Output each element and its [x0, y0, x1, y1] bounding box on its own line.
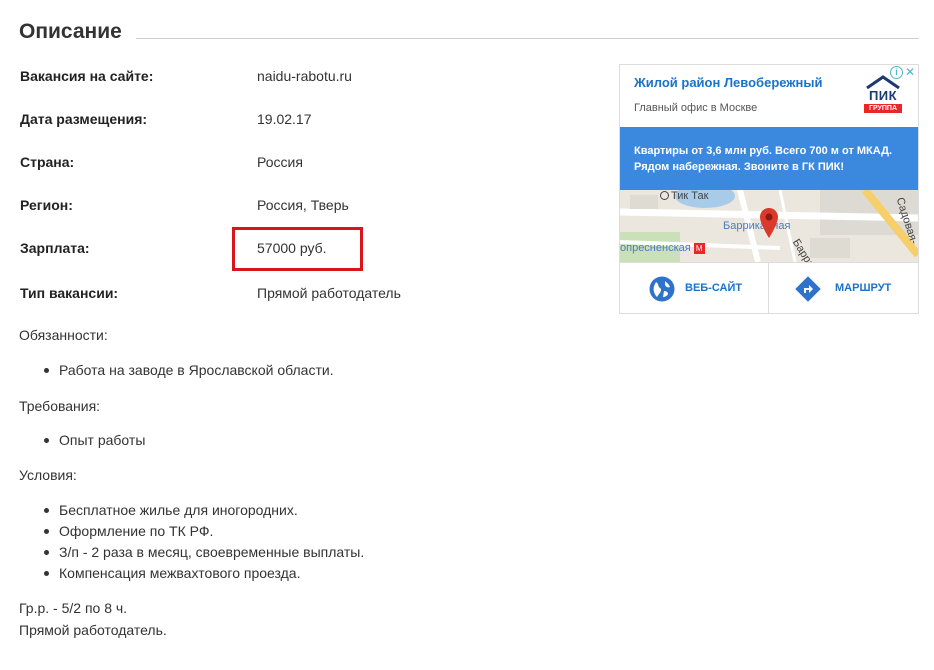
map-label-tik-tak: Тик Так	[660, 190, 708, 202]
list-item: Работа на заводе в Ярославской области.	[44, 362, 334, 378]
field-value-date: 19.02.17	[257, 111, 312, 127]
map-label-barrikadnaya: Баррикадная	[723, 220, 791, 232]
website-button[interactable]: ВЕБ-САЙТ	[620, 263, 769, 313]
close-icon[interactable]: ✕	[904, 66, 916, 79]
list-item: Компенсация межвахтового проезда.	[43, 565, 301, 581]
metro-icon: M	[693, 243, 705, 254]
duties-heading: Обязанности:	[19, 327, 108, 343]
list-item: Бесплатное жилье для иногородних.	[44, 502, 298, 518]
employer-note: Прямой работодатель.	[19, 622, 167, 638]
field-label-region: Регион:	[20, 197, 73, 213]
ad-actions: ВЕБ-САЙТ МАРШРУТ	[620, 262, 918, 313]
schedule-text: Гр.р. - 5/2 по 8 ч.	[19, 600, 128, 616]
logo-badge: ГРУППА	[864, 104, 902, 113]
globe-icon	[649, 276, 675, 302]
ad-title[interactable]: Жилой район Левобережный	[634, 75, 822, 91]
roof-icon	[866, 75, 900, 89]
pik-logo[interactable]: ПИК ГРУППА	[863, 75, 903, 115]
salary-highlight-box	[232, 227, 363, 271]
ad-subtitle: Главный офис в Москве	[634, 102, 758, 114]
website-button-label: ВЕБ-САЙТ	[685, 282, 743, 294]
field-label-country: Страна:	[20, 154, 75, 170]
field-label-salary: Зарплата:	[20, 240, 90, 256]
field-label-date: Дата размещения:	[20, 111, 148, 127]
section-title: Описание	[19, 20, 122, 43]
list-item: Оформление по ТК РФ.	[43, 523, 214, 539]
field-label-site: Вакансия на сайте:	[20, 68, 154, 84]
route-button[interactable]: МАРШРУТ	[769, 263, 918, 313]
field-value-country: Россия	[257, 154, 303, 170]
map-label-presnenskaya: опресненская M	[620, 242, 705, 254]
list-item: Опыт работы	[43, 432, 146, 448]
route-button-label: МАРШРУТ	[835, 282, 892, 294]
field-value-site: naidu-rabotu.ru	[257, 68, 352, 84]
field-label-type: Тип вакансии:	[20, 285, 119, 301]
list-item: З/п - 2 раза в месяц, своевременные выпл…	[43, 544, 365, 560]
requirements-heading: Требования:	[19, 398, 101, 414]
ad-banner[interactable]: Квартиры от 3,6 млн руб. Всего 700 м от …	[620, 127, 918, 190]
field-value-type: Прямой работодатель	[257, 285, 401, 301]
section-header: Описание	[19, 20, 919, 44]
section-divider	[136, 38, 919, 39]
map-poi-icon	[660, 191, 669, 200]
map-pin-icon[interactable]	[760, 208, 778, 238]
field-value-region: Россия, Тверь	[257, 197, 349, 213]
conditions-heading: Условия:	[19, 467, 77, 483]
ad-widget[interactable]: Жилой район Левобережный Главный офис в …	[619, 64, 919, 314]
ad-map[interactable]: Тик Так Баррикадная опресненская M Барри …	[620, 190, 918, 262]
logo-text: ПИК	[868, 88, 898, 103]
directions-icon	[795, 276, 821, 302]
ad-banner-text: Квартиры от 3,6 млн руб. Всего 700 м от …	[634, 145, 893, 173]
